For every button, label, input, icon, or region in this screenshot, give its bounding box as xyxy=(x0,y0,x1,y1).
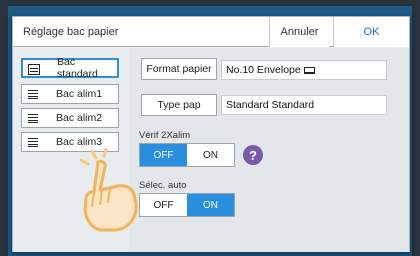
pointing-hand-icon xyxy=(79,148,138,232)
tray-icon xyxy=(28,90,38,99)
tray-label: Bac standard xyxy=(57,56,98,80)
paper-type-value: Standard Standard xyxy=(221,95,387,115)
paper-format-text: No.10 Envelope xyxy=(226,64,301,76)
tray-label: Bac alim2 xyxy=(56,112,103,124)
cancel-button[interactable]: Annuler xyxy=(269,17,329,47)
paper-format-value: No.10 Envelope xyxy=(221,60,387,80)
tray-item-alim1[interactable]: Bac alim1 xyxy=(21,84,119,104)
tray-icon xyxy=(28,114,38,123)
tray-item-standard[interactable]: Bac standard xyxy=(21,56,119,80)
dialog-title: Réglage bac papier xyxy=(23,26,119,38)
tray-settings-panel: Format papier No.10 Envelope Type pap St… xyxy=(129,48,409,252)
double-feed-on-option[interactable]: ON xyxy=(187,144,234,166)
envelope-icon xyxy=(303,66,315,74)
paper-type-button[interactable]: Type pap xyxy=(141,94,217,116)
auto-select-on-option[interactable]: ON xyxy=(187,194,234,216)
tray-item-alim2[interactable]: Bac alim2 xyxy=(21,108,119,128)
double-feed-label: Vérif 2Xalim xyxy=(139,130,191,141)
device-edge xyxy=(412,0,420,256)
ok-button[interactable]: OK xyxy=(333,17,409,47)
tray-label: Bac alim1 xyxy=(56,88,103,100)
tray-icon xyxy=(28,64,40,75)
help-icon[interactable]: ? xyxy=(243,145,263,165)
tray-label: Bac alim3 xyxy=(56,136,103,148)
paper-format-button[interactable]: Format papier xyxy=(141,58,217,80)
tray-icon xyxy=(28,138,38,147)
dialog-titlebar: Réglage bac papier Annuler OK xyxy=(13,17,409,47)
